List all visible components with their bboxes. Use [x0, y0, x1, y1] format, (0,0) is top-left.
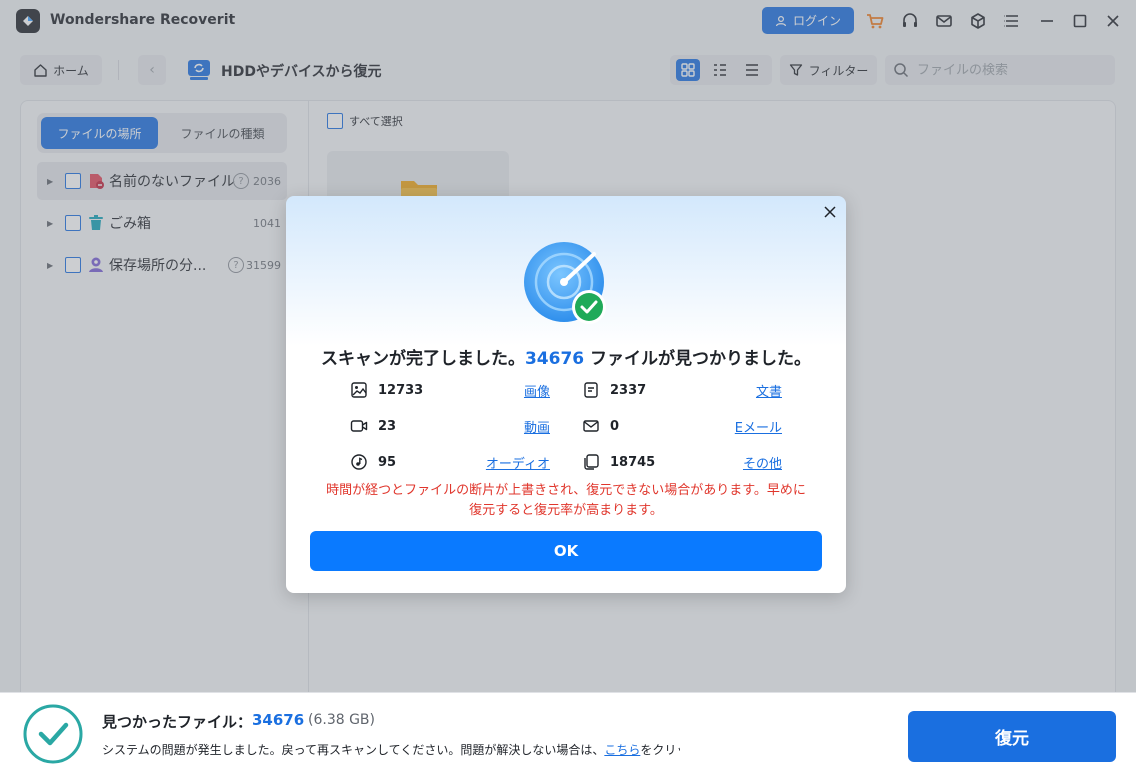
email-icon [583, 420, 599, 432]
audio-icon [351, 454, 367, 470]
stat-audio: 95 [350, 452, 396, 472]
stat-other: 18745 [582, 452, 655, 472]
system-problem-message: システムの問題が発生しました。戻って再スキャンしてください。問題が解決しない場合… [102, 741, 680, 758]
stat-value: 2337 [610, 382, 647, 398]
stat-link-emails[interactable]: Eメール [735, 417, 782, 436]
scan-complete-dialog: スキャンが完了しました。34676 ファイルが見つかりました。 12733 画像… [286, 196, 846, 593]
video-icon [350, 420, 368, 432]
stat-link-documents[interactable]: 文書 [756, 381, 782, 400]
stat-documents: 2337 [582, 380, 646, 400]
stat-value: 0 [610, 418, 620, 434]
recover-button[interactable]: 復元 [908, 711, 1116, 762]
document-icon [584, 382, 598, 398]
stat-link-videos[interactable]: 動画 [524, 417, 550, 436]
heading-suffix: ファイルが見つかりました。 [584, 349, 812, 369]
message-text: システムの問題が発生しました。戻って再スキャンしてください。問題が解決しない場合… [102, 743, 605, 757]
dialog-heading: スキャンが完了しました。34676 ファイルが見つかりました。 [286, 344, 846, 369]
stat-value: 23 [378, 418, 397, 434]
image-icon [351, 382, 367, 398]
message-tail: をクリックして [640, 743, 680, 757]
stat-emails: 0 [582, 416, 619, 436]
overwrite-warning: 時間が経つとファイルの断片が上書きされ、復元できない場合があります。早めに 復元… [306, 481, 826, 521]
warning-line-2: 復元すると復元率が高まります。 [469, 503, 663, 518]
found-files-size: (6.38 GB) [308, 712, 375, 728]
stat-value: 12733 [378, 382, 424, 398]
stat-videos: 23 [350, 416, 396, 436]
scan-complete-check-icon [22, 703, 84, 765]
warning-line-1: 時間が経つとファイルの断片が上書きされ、復元できない場合があります。早めに [326, 483, 806, 498]
heading-prefix: スキャンが完了しました。 [320, 349, 525, 369]
heading-count: 34676 [524, 349, 585, 369]
stat-link-other[interactable]: その他 [743, 453, 782, 472]
stat-link-images[interactable]: 画像 [524, 381, 550, 400]
close-icon [824, 206, 836, 218]
close-dialog-button[interactable] [822, 204, 838, 220]
bottom-status-bar: 見つかったファイル： 34676 (6.38 GB) システムの問題が発生しまし… [0, 692, 1136, 778]
stat-value: 95 [378, 454, 397, 470]
ok-button[interactable]: OK [310, 531, 822, 571]
stat-link-audio[interactable]: オーディオ [486, 453, 550, 472]
scan-radar-icon [522, 240, 612, 330]
found-files-label: 見つかったファイル： [102, 713, 253, 731]
stat-images: 12733 [350, 380, 423, 400]
click-here-link[interactable]: こちら [604, 743, 640, 757]
found-files-count: 34676 [252, 711, 305, 729]
stat-value: 18745 [610, 454, 656, 470]
other-files-icon [584, 454, 599, 470]
